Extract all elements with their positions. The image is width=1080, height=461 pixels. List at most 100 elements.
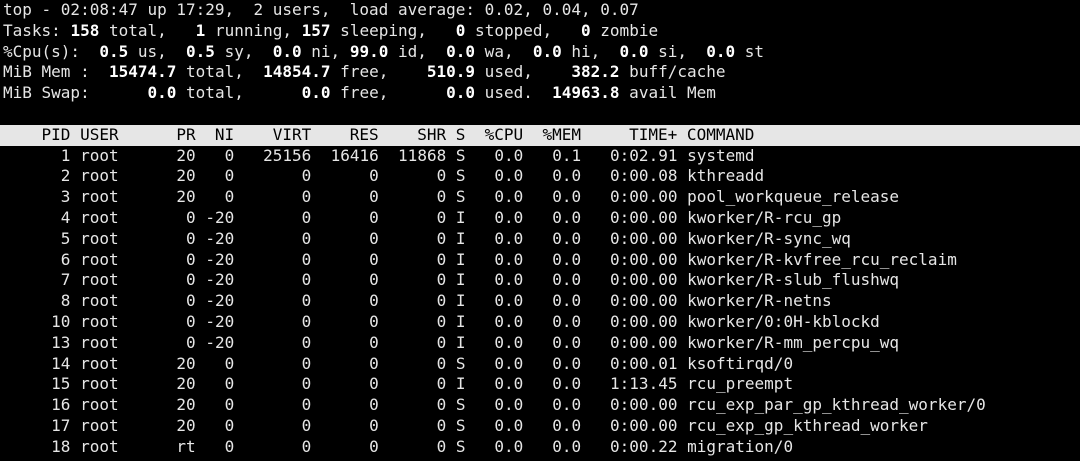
cell-command: rcu_exp_par_gp_kthread_worker/0 bbox=[687, 395, 986, 415]
tasks-running: 1 bbox=[195, 20, 206, 40]
process-row[interactable]: 2 root 20 0 0 0 0 S 0.0 0.0 0:00.08 kthr… bbox=[3, 166, 1080, 187]
cell-pr: 0 bbox=[186, 270, 196, 290]
cell-time: 0:00.00 bbox=[610, 270, 678, 290]
cell-res: 0 bbox=[369, 270, 379, 290]
process-row[interactable]: 14 root 20 0 0 0 0 S 0.0 0.0 0:00.01 kso… bbox=[3, 354, 1080, 375]
cell-user: root bbox=[80, 228, 119, 248]
cpu-id: 99.0 bbox=[349, 41, 389, 61]
cell-cpu: 0.0 bbox=[494, 145, 524, 165]
swap-label: MiB Swap: bbox=[3, 83, 90, 103]
mem-buff-cache: 382.2 bbox=[571, 62, 620, 82]
cell-s: I bbox=[455, 311, 466, 331]
cpu-sy: 0.5 bbox=[186, 41, 215, 61]
cell-command: rcu_exp_gp_kthread_worker bbox=[687, 415, 928, 435]
cell-mem: 0.0 bbox=[552, 187, 582, 207]
cell-time: 0:00.08 bbox=[610, 166, 678, 186]
cell-pid: 1 bbox=[60, 145, 71, 165]
cell-time: 0:00.00 bbox=[610, 291, 678, 311]
cell-mem: 0.0 bbox=[552, 207, 582, 227]
cell-cpu: 0.0 bbox=[494, 374, 524, 394]
cell-pr: 20 bbox=[176, 415, 196, 435]
cell-pr: 0 bbox=[186, 291, 196, 311]
cell-mem: 0.0 bbox=[552, 249, 582, 269]
cell-command: kworker/R-sync_wq bbox=[687, 228, 851, 248]
process-row[interactable]: 13 root 0 -20 0 0 0 I 0.0 0.0 0:00.00 kw… bbox=[3, 333, 1080, 354]
cell-command: pool_workqueue_release bbox=[687, 187, 900, 207]
process-row[interactable]: 3 root 20 0 0 0 0 S 0.0 0.0 0:00.00 pool… bbox=[3, 187, 1080, 208]
process-row[interactable]: 18 root rt 0 0 0 0 S 0.0 0.0 0:00.22 mig… bbox=[3, 437, 1080, 458]
cell-shr: 0 bbox=[436, 311, 447, 331]
process-table-body[interactable]: 1 root 20 0 25156 16416 11868 S 0.0 0.1 … bbox=[3, 146, 1080, 458]
cell-user: root bbox=[80, 166, 119, 186]
cell-pr: 0 bbox=[186, 249, 196, 269]
cell-shr: 0 bbox=[436, 353, 447, 373]
process-row[interactable]: 6 root 0 -20 0 0 0 I 0.0 0.0 0:00.00 kwo… bbox=[3, 250, 1080, 271]
cell-mem: 0.0 bbox=[552, 311, 582, 331]
cell-pr: 20 bbox=[176, 187, 196, 207]
mem-total: 15474.7 bbox=[108, 62, 177, 82]
mem-used: 510.9 bbox=[426, 62, 476, 82]
cell-command: kthreadd bbox=[687, 166, 765, 186]
cpu-st: 0.0 bbox=[706, 41, 736, 61]
cell-res: 0 bbox=[369, 374, 379, 394]
cell-s: S bbox=[455, 353, 466, 373]
cell-user: root bbox=[80, 270, 119, 290]
cell-mem: 0.0 bbox=[552, 166, 582, 186]
terminal-window[interactable]: top - 02:08:47 up 17:29, 2 users, load a… bbox=[0, 0, 1080, 461]
process-row[interactable]: 17 root 20 0 0 0 0 S 0.0 0.0 0:00.00 rcu… bbox=[3, 416, 1080, 437]
cell-mem: 0.0 bbox=[552, 332, 582, 352]
process-row[interactable]: 1 root 20 0 25156 16416 11868 S 0.0 0.1 … bbox=[3, 146, 1080, 167]
process-row[interactable]: 4 root 0 -20 0 0 0 I 0.0 0.0 0:00.00 kwo… bbox=[3, 208, 1080, 229]
cell-user: root bbox=[80, 145, 119, 165]
cell-pr: 20 bbox=[176, 145, 196, 165]
cell-s: I bbox=[455, 291, 466, 311]
cell-s: S bbox=[455, 166, 466, 186]
cell-pr: rt bbox=[176, 436, 196, 456]
cell-time: 0:00.00 bbox=[610, 395, 678, 415]
cell-command: kworker/R-slub_flushwq bbox=[687, 270, 900, 290]
process-row[interactable]: 10 root 0 -20 0 0 0 I 0.0 0.0 0:00.00 kw… bbox=[3, 312, 1080, 333]
cell-mem: 0.0 bbox=[552, 374, 582, 394]
process-row[interactable]: 8 root 0 -20 0 0 0 I 0.0 0.0 0:00.00 kwo… bbox=[3, 291, 1080, 312]
process-row[interactable]: 16 root 20 0 0 0 0 S 0.0 0.0 0:00.00 rcu… bbox=[3, 395, 1080, 416]
process-row[interactable]: 5 root 0 -20 0 0 0 I 0.0 0.0 0:00.00 kwo… bbox=[3, 229, 1080, 250]
cell-time: 0:00.00 bbox=[610, 207, 678, 227]
cell-virt: 0 bbox=[301, 332, 312, 352]
cell-ni: -20 bbox=[205, 332, 235, 352]
cell-user: root bbox=[80, 187, 119, 207]
tasks-stopped: 0 bbox=[455, 20, 466, 40]
cell-user: root bbox=[80, 395, 119, 415]
cell-res: 0 bbox=[369, 291, 379, 311]
tasks-sleeping: 157 bbox=[301, 20, 331, 40]
cell-s: I bbox=[455, 207, 466, 227]
cell-ni: 0 bbox=[224, 353, 235, 373]
process-row[interactable]: 7 root 0 -20 0 0 0 I 0.0 0.0 0:00.00 kwo… bbox=[3, 270, 1080, 291]
cell-time: 0:00.00 bbox=[610, 228, 678, 248]
cell-cpu: 0.0 bbox=[494, 332, 524, 352]
cell-ni: 0 bbox=[224, 374, 235, 394]
cell-mem: 0.1 bbox=[552, 145, 582, 165]
cell-pid: 13 bbox=[51, 332, 71, 352]
cell-ni: -20 bbox=[205, 249, 235, 269]
cpu-line: %Cpu(s): 0.5 us, 0.5 sy, 0.0 ni, 99.0 id… bbox=[3, 41, 765, 61]
cell-cpu: 0.0 bbox=[494, 291, 524, 311]
mem-label: MiB Mem : bbox=[3, 62, 90, 82]
cell-mem: 0.0 bbox=[552, 353, 582, 373]
cell-res: 0 bbox=[369, 249, 379, 269]
cell-pr: 0 bbox=[186, 228, 196, 248]
cell-shr: 0 bbox=[436, 291, 447, 311]
cell-shr: 0 bbox=[436, 270, 447, 290]
cell-pr: 0 bbox=[186, 332, 196, 352]
mem-free: 14854.7 bbox=[263, 62, 331, 82]
process-row[interactable]: 15 root 20 0 0 0 0 I 0.0 0.0 1:13.45 rcu… bbox=[3, 374, 1080, 395]
cell-s: S bbox=[455, 187, 466, 207]
cell-user: root bbox=[80, 332, 119, 352]
uptime-line: top - 02:08:47 up 17:29, 2 users, load a… bbox=[3, 0, 639, 19]
cpu-si: 0.0 bbox=[619, 41, 649, 61]
cell-user: root bbox=[80, 311, 119, 331]
cell-virt: 0 bbox=[301, 207, 312, 227]
cell-virt: 0 bbox=[301, 270, 312, 290]
cell-pid: 4 bbox=[60, 207, 71, 227]
cell-command: migration/0 bbox=[687, 436, 794, 456]
cell-virt: 0 bbox=[301, 311, 312, 331]
